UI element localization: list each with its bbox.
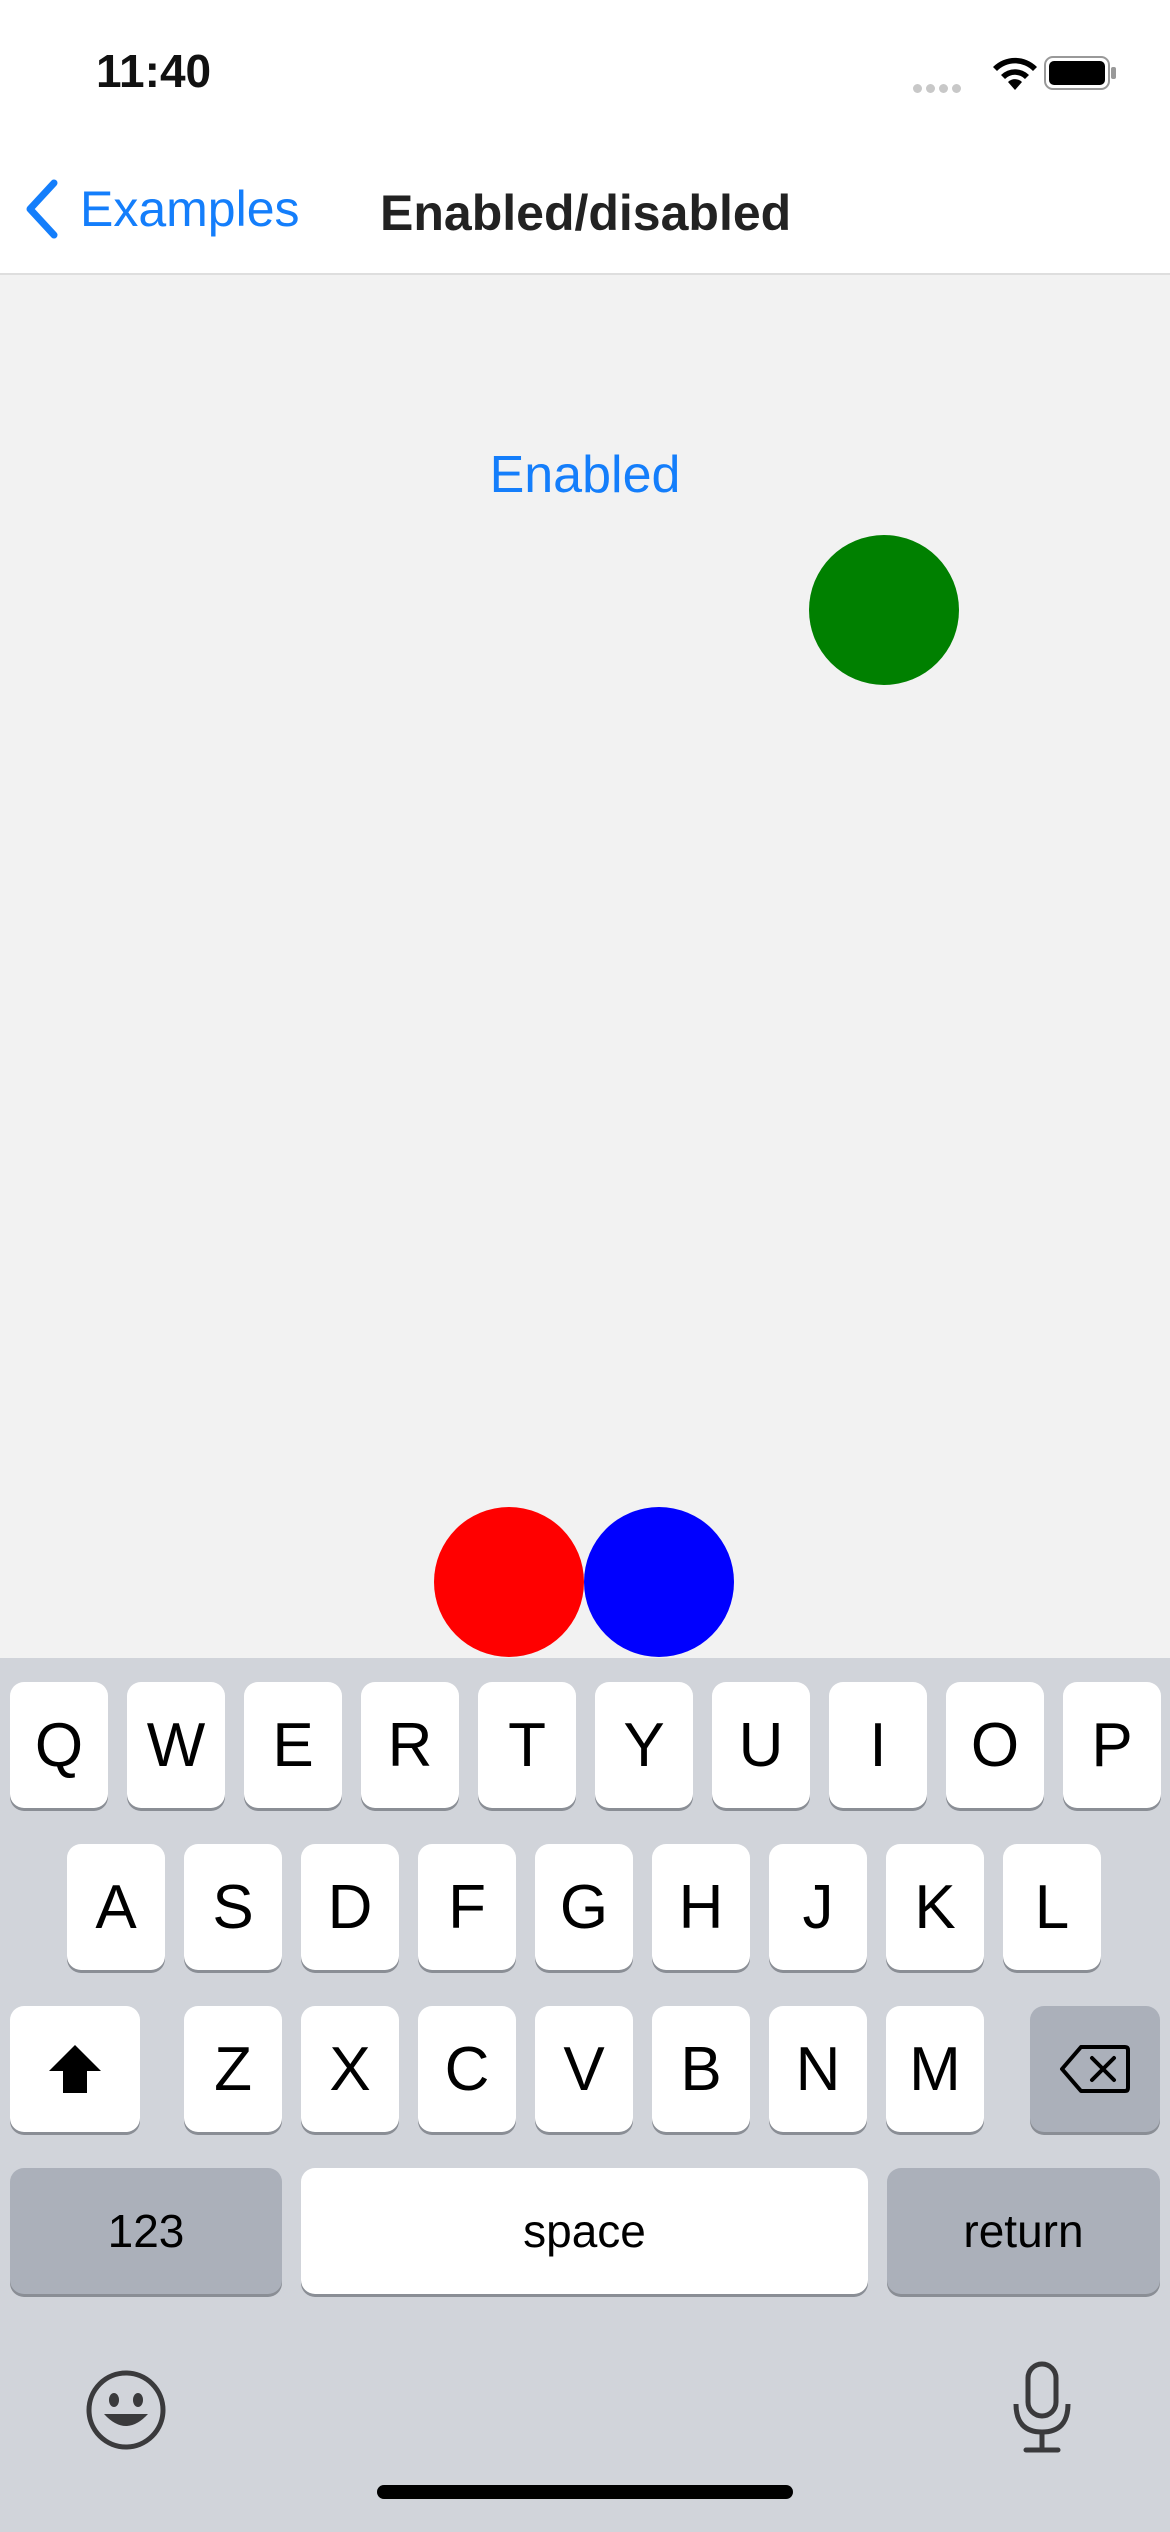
- key-i[interactable]: I: [829, 1682, 927, 1808]
- numbers-key[interactable]: 123: [10, 2168, 282, 2294]
- back-label: Examples: [80, 181, 300, 237]
- key-q[interactable]: Q: [10, 1682, 108, 1808]
- enabled-toggle-button[interactable]: Enabled: [0, 445, 1170, 505]
- key-r[interactable]: R: [361, 1682, 459, 1808]
- key-l[interactable]: L: [1003, 1844, 1101, 1970]
- key-k[interactable]: K: [886, 1844, 984, 1970]
- main-content: Enabled: [0, 275, 1170, 1658]
- delete-icon: [1060, 2045, 1130, 2093]
- blue-circle[interactable]: [584, 1507, 734, 1657]
- key-m[interactable]: M: [886, 2006, 984, 2132]
- key-h[interactable]: H: [652, 1844, 750, 1970]
- wifi-icon: [993, 57, 1037, 90]
- green-circle[interactable]: [809, 535, 959, 685]
- page-title: Enabled/disabled: [380, 185, 792, 241]
- home-indicator: [377, 2485, 793, 2499]
- key-f[interactable]: F: [418, 1844, 516, 1970]
- key-a[interactable]: A: [67, 1844, 165, 1970]
- back-button[interactable]: Examples: [22, 174, 300, 244]
- shift-icon: [49, 2045, 101, 2093]
- delete-key[interactable]: [1030, 2006, 1160, 2132]
- key-w[interactable]: W: [127, 1682, 225, 1808]
- key-u[interactable]: U: [712, 1682, 810, 1808]
- key-d[interactable]: D: [301, 1844, 399, 1970]
- key-o[interactable]: O: [946, 1682, 1044, 1808]
- navigation-bar: Examples Enabled/disabled: [0, 140, 1170, 275]
- key-s[interactable]: S: [184, 1844, 282, 1970]
- key-b[interactable]: B: [652, 2006, 750, 2132]
- keyboard: Q W E R T Y U I O P A S D F G H J K L Z …: [0, 1658, 1170, 2532]
- return-key[interactable]: return: [887, 2168, 1160, 2294]
- key-c[interactable]: C: [418, 2006, 516, 2132]
- key-t[interactable]: T: [478, 1682, 576, 1808]
- status-time: 11:40: [96, 45, 212, 97]
- shift-key[interactable]: [10, 2006, 140, 2132]
- space-key[interactable]: space: [301, 2168, 868, 2294]
- key-g[interactable]: G: [535, 1844, 633, 1970]
- key-z[interactable]: Z: [184, 2006, 282, 2132]
- status-bar: 11:40: [0, 0, 1170, 140]
- emoji-icon[interactable]: [84, 2368, 168, 2452]
- chevron-left-icon: [26, 179, 58, 239]
- key-p[interactable]: P: [1063, 1682, 1161, 1808]
- key-n[interactable]: N: [769, 2006, 867, 2132]
- key-j[interactable]: J: [769, 1844, 867, 1970]
- battery-icon: [1044, 56, 1116, 90]
- signal-icon: [913, 80, 965, 98]
- key-y[interactable]: Y: [595, 1682, 693, 1808]
- red-circle[interactable]: [434, 1507, 584, 1657]
- key-e[interactable]: E: [244, 1682, 342, 1808]
- key-x[interactable]: X: [301, 2006, 399, 2132]
- microphone-icon[interactable]: [1008, 2360, 1076, 2456]
- key-v[interactable]: V: [535, 2006, 633, 2132]
